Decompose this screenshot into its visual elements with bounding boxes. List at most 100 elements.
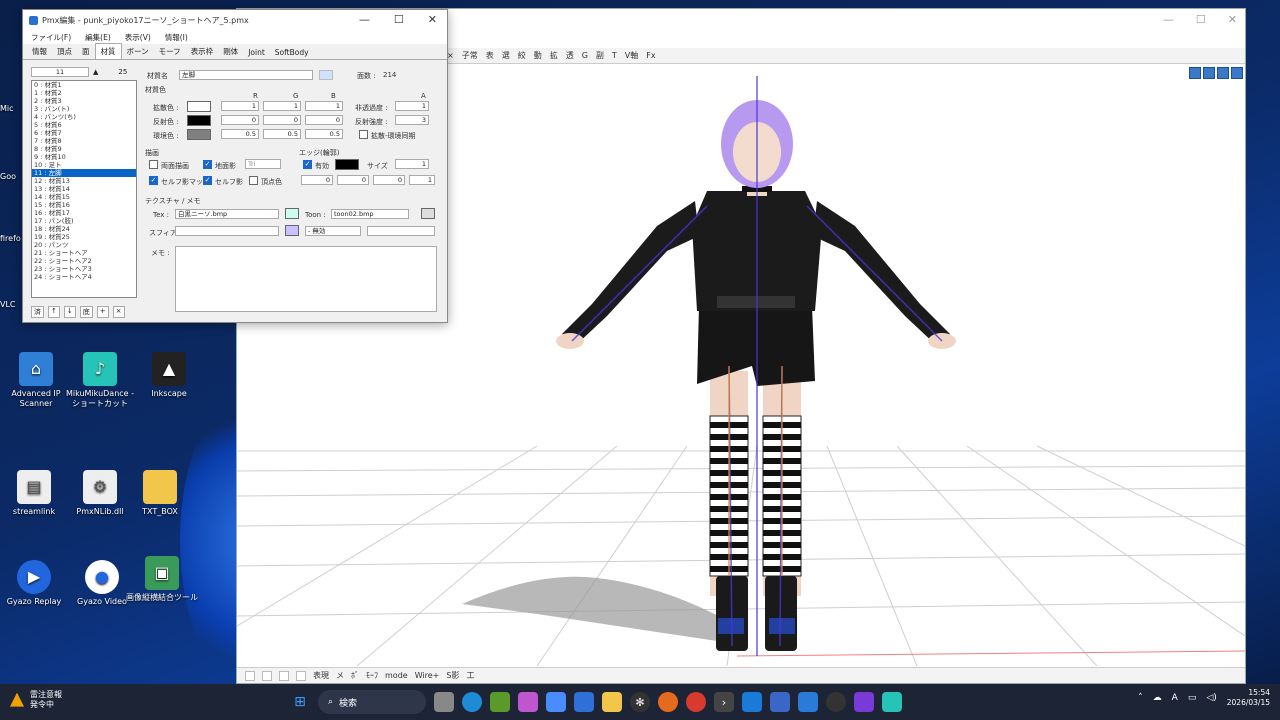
toolbar-item[interactable]: T xyxy=(612,51,617,60)
move-bottom-button[interactable]: 底 xyxy=(79,306,93,318)
toolbar-item[interactable]: G xyxy=(582,51,588,60)
specular-r[interactable]: 0 xyxy=(221,115,259,125)
bottom-item[interactable]: ﾓｰﾌ xyxy=(366,670,378,681)
list-button[interactable]: 済 xyxy=(31,306,44,318)
mmd-taskbar-icon[interactable] xyxy=(882,692,902,712)
toolbar-item[interactable]: 透 xyxy=(566,50,574,61)
material-list-item[interactable]: 17 : パン(肢) xyxy=(32,217,136,225)
close-icon[interactable]: ✕ xyxy=(1228,13,1237,26)
edge-enabled-checkbox[interactable]: ✓ xyxy=(303,160,312,169)
toolbar-item[interactable]: 拡 xyxy=(550,50,558,61)
delete-button[interactable]: × xyxy=(112,306,125,318)
minimize-icon[interactable]: — xyxy=(1163,13,1174,26)
cloud-icon[interactable]: ☁ xyxy=(1153,693,1162,703)
sphere-field[interactable] xyxy=(175,226,279,236)
desktop-icon-clipped[interactable]: Mic xyxy=(0,104,22,113)
toolbar-item[interactable]: 副 xyxy=(596,50,604,61)
bottom-item[interactable]: 表現 xyxy=(313,670,329,681)
ambient-r[interactable]: 0.5 xyxy=(221,129,259,139)
desktop-icon-image-join[interactable]: ▣ 画像縦横結合ツール xyxy=(126,556,198,603)
ambient-swatch[interactable] xyxy=(187,129,211,140)
menu-file[interactable]: ファイル(F) xyxy=(31,32,71,43)
material-list-item[interactable]: 24 : ショートヘア4 xyxy=(32,273,136,281)
specular-b[interactable]: 0 xyxy=(305,115,343,125)
view-toggle-button[interactable] xyxy=(296,670,306,681)
edge-g[interactable]: 0 xyxy=(337,175,369,185)
terminal-icon[interactable]: › xyxy=(714,692,734,712)
memo-textarea[interactable] xyxy=(175,246,437,312)
ambient-b[interactable]: 0.5 xyxy=(305,129,343,139)
minimize-icon[interactable]: — xyxy=(359,13,370,26)
material-list-item[interactable]: 10 : 足ト xyxy=(32,161,136,169)
tab-joint[interactable]: Joint xyxy=(243,46,270,59)
tab-display-frame[interactable]: 表示枠 xyxy=(186,44,219,59)
bottom-item[interactable]: ﾎﾞ xyxy=(351,670,359,681)
sphere-mode-select[interactable]: - 無効 xyxy=(305,226,361,236)
material-list-item[interactable]: 0 : 材質1 xyxy=(32,81,136,89)
material-list-item[interactable]: 14 : 材質15 xyxy=(32,193,136,201)
ground-shadow-checkbox[interactable]: ✓ xyxy=(203,160,212,169)
material-list-item[interactable]: 11 : 左脚 xyxy=(32,169,136,177)
material-list-item[interactable]: 5 : 材質6 xyxy=(32,121,136,129)
copilot-icon[interactable] xyxy=(518,692,538,712)
chrome-icon[interactable] xyxy=(686,692,706,712)
view-toggle-button[interactable] xyxy=(279,670,289,681)
vertex-color-checkbox[interactable] xyxy=(249,176,258,185)
edge-size-field[interactable]: 1 xyxy=(395,159,429,169)
menu-edit[interactable]: 編集(E) xyxy=(85,32,111,43)
toolbar-item[interactable]: Fx xyxy=(646,51,655,60)
material-list-item[interactable]: 16 : 材質17 xyxy=(32,209,136,217)
tex-field[interactable]: 白黒ニーソ.bmp xyxy=(175,209,279,219)
desktop-icon-mikumikudance[interactable]: ♪ MikuMikuDance - ショートカット xyxy=(64,352,136,408)
toon-field[interactable]: toon02.bmp xyxy=(331,209,409,219)
windows-start-icon[interactable]: ⊞ xyxy=(290,692,310,712)
diffuse-g[interactable]: 1 xyxy=(263,101,301,111)
bottom-item[interactable]: Wire+ xyxy=(415,671,440,680)
toolbar-item[interactable]: 表 xyxy=(486,50,494,61)
ambient-g[interactable]: 0.5 xyxy=(263,129,301,139)
desktop-icon-streamlink[interactable]: ▤ streamlink xyxy=(0,470,70,517)
double-side-checkbox[interactable] xyxy=(149,160,158,169)
material-list-item[interactable]: 12 : 材質13 xyxy=(32,177,136,185)
vscode-icon[interactable] xyxy=(742,692,762,712)
tab-info[interactable]: 情報 xyxy=(27,44,52,59)
view-toggle-button[interactable] xyxy=(245,670,255,681)
spin-up-icon[interactable]: ▲ xyxy=(93,68,98,76)
desktop-icon-txt-box[interactable]: TXT_BOX xyxy=(124,470,196,517)
app-icon[interactable] xyxy=(798,692,818,712)
chatgpt-icon[interactable]: ✻ xyxy=(630,692,650,712)
jp-name-toggle[interactable] xyxy=(319,70,333,80)
move-icon[interactable] xyxy=(1189,67,1201,79)
desktop-icon-clipped[interactable]: VLC xyxy=(0,300,22,309)
obs-icon[interactable] xyxy=(826,692,846,712)
material-list-item[interactable]: 2 : 材質3 xyxy=(32,97,136,105)
tab-vertex[interactable]: 頂点 xyxy=(52,44,77,59)
tab-material[interactable]: 材質 xyxy=(94,43,122,59)
toon-browse-button[interactable] xyxy=(421,208,435,219)
material-list-item[interactable]: 19 : 材質25 xyxy=(32,233,136,241)
diffuse-swatch[interactable] xyxy=(187,101,211,112)
edge-a[interactable]: 1 xyxy=(409,175,435,185)
desktop-icon-advanced-ip-scanner[interactable]: ⌂ Advanced IP Scanner xyxy=(0,352,72,408)
edge-b[interactable]: 0 xyxy=(373,175,405,185)
edge-color-swatch[interactable] xyxy=(335,159,359,170)
tab-softbody[interactable]: SoftBody xyxy=(270,46,314,59)
rotate-icon[interactable] xyxy=(1231,67,1243,79)
diffuse-r[interactable]: 1 xyxy=(221,101,259,111)
tab-bone[interactable]: ボーン xyxy=(122,44,154,59)
move-icon[interactable] xyxy=(1203,67,1215,79)
menu-info[interactable]: 情報(I) xyxy=(165,32,188,43)
task-view-icon[interactable] xyxy=(434,692,454,712)
material-list-item[interactable]: 4 : パンツ(ち) xyxy=(32,113,136,121)
rotate-icon[interactable] xyxy=(1217,67,1229,79)
weather-widget[interactable]: 雷注意報 発令中 xyxy=(10,690,62,709)
material-list-item[interactable]: 23 : ショートヘア3 xyxy=(32,265,136,273)
view-toggle-button[interactable] xyxy=(262,670,272,681)
app-icon[interactable] xyxy=(546,692,566,712)
desktop-icon-clipped[interactable]: firefo xyxy=(0,234,22,243)
sphere-browse-button[interactable] xyxy=(285,225,299,236)
desktop-icon-inkscape[interactable]: ▲ Inkscape xyxy=(133,352,205,399)
material-list-item[interactable]: 21 : ショートヘア xyxy=(32,249,136,257)
toolbar-item[interactable]: × xyxy=(447,51,454,60)
network-icon[interactable]: ▭ xyxy=(1188,693,1197,703)
